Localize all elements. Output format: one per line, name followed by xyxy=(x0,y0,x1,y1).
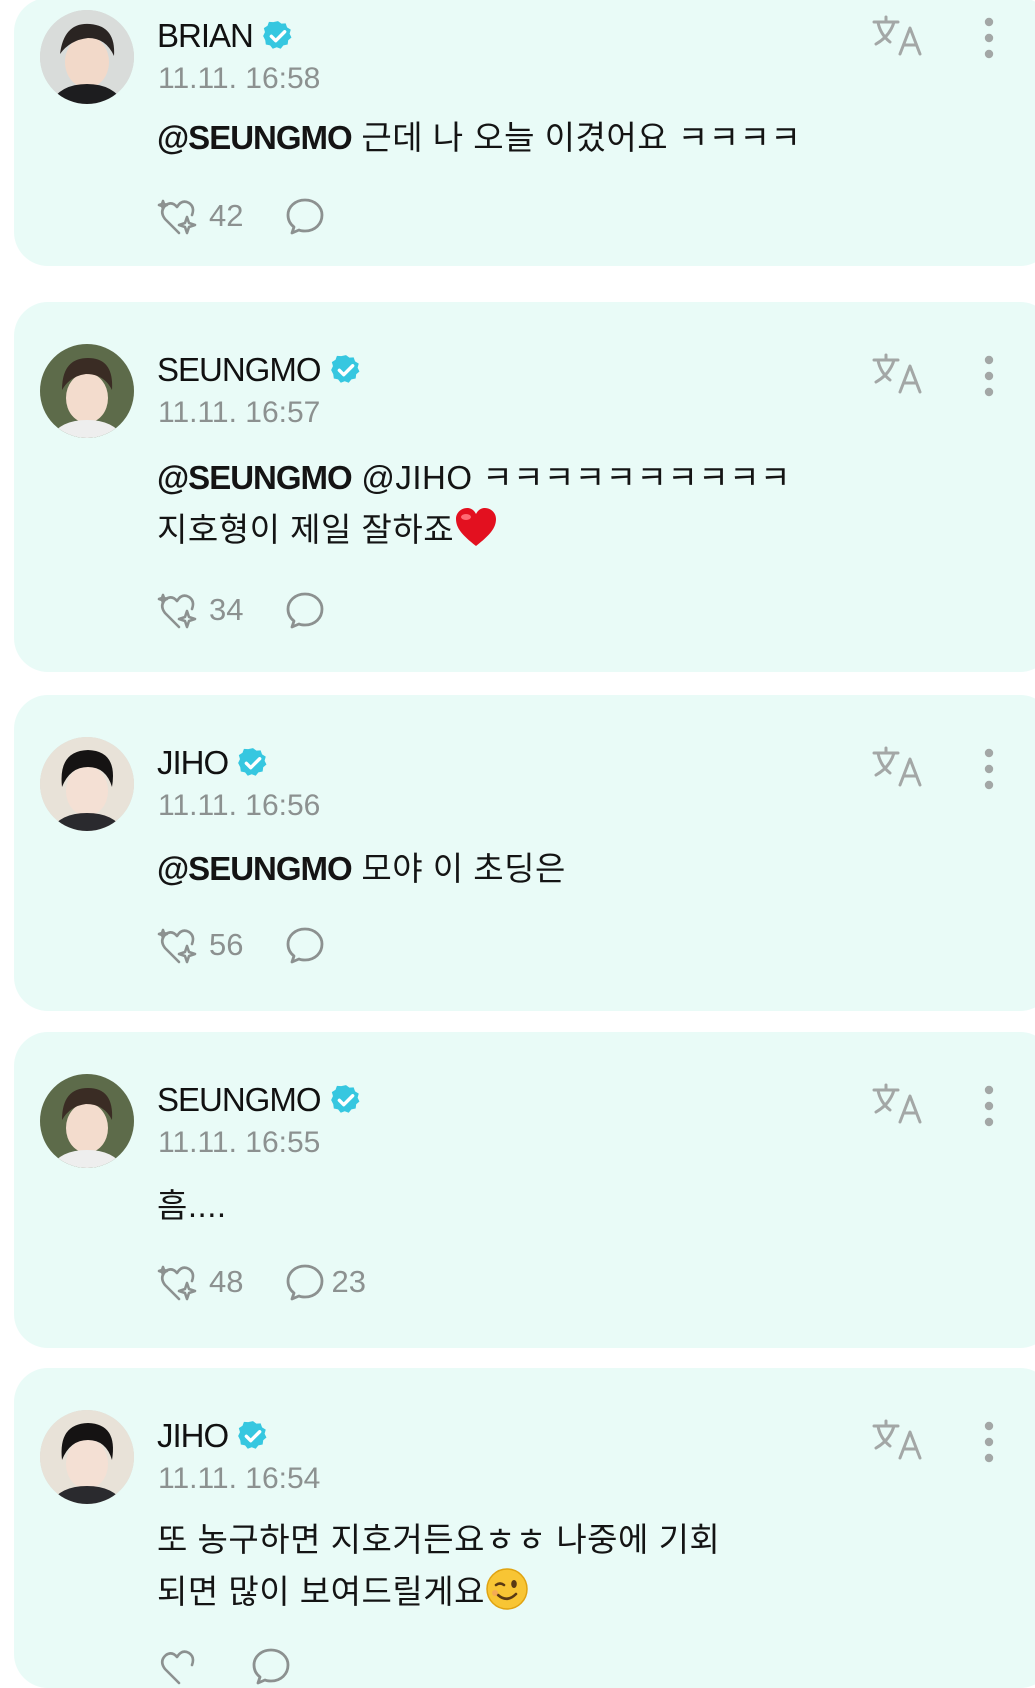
post-text-line: 흠.... xyxy=(157,1187,227,1224)
verified-badge-icon xyxy=(238,748,267,776)
post-card[interactable]: JIHO 11.11. 16:56 @SEUNGMO 모야 이 초딩은 56 xyxy=(14,695,1035,1011)
author-row: JIHO xyxy=(157,1416,270,1456)
avatar-image xyxy=(40,10,134,104)
post-actions: 42 xyxy=(157,194,373,238)
author-row: JIHO xyxy=(157,743,270,783)
author-name[interactable]: JIHO xyxy=(157,1417,229,1455)
post-actions: 48 23 xyxy=(157,1260,408,1304)
post-body: 흠.... xyxy=(157,1180,227,1232)
comment-bubble-icon xyxy=(287,198,324,235)
post-card[interactable]: BRIAN 11.11. 16:58 @SEUNGMO 근데 나 오늘 이겼어요… xyxy=(14,0,1035,266)
translate-icon[interactable] xyxy=(870,352,926,396)
sparkle-heart-icon xyxy=(160,1650,195,1685)
translate-icon[interactable] xyxy=(870,14,926,58)
verified-badge-icon xyxy=(330,355,359,383)
like-button[interactable]: 56 xyxy=(157,924,243,966)
comment-bubble-icon xyxy=(287,927,324,964)
post-text-row: @SEUNGMO @JIHO ㅋㅋㅋㅋㅋㅋㅋㅋㅋㅋ xyxy=(157,452,791,504)
post-body: @SEUNGMO 모야 이 초딩은 xyxy=(157,843,566,895)
post-text-line: 모야 이 초딩은 xyxy=(351,850,566,887)
post-timestamp: 11.11. 16:57 xyxy=(158,396,321,429)
comment-bubble-icon xyxy=(287,1264,324,1301)
avatar-image xyxy=(40,1074,134,1168)
winking-face-icon xyxy=(486,1568,528,1610)
translate-icon[interactable] xyxy=(870,1082,926,1126)
post-text-line: @JIHO ㅋㅋㅋㅋㅋㅋㅋㅋㅋㅋ xyxy=(351,459,791,496)
like-count: 56 xyxy=(209,927,244,962)
author-name[interactable]: SEUNGMO xyxy=(157,351,322,389)
post-text-row: 되면 많이 보여드릴게요 xyxy=(157,1566,720,1618)
like-button[interactable]: 48 xyxy=(157,1261,243,1303)
like-button[interactable] xyxy=(157,1645,209,1687)
comment-button[interactable] xyxy=(285,590,331,630)
sparkle-heart-icon xyxy=(157,199,197,235)
post-timestamp: 11.11. 16:54 xyxy=(158,1462,321,1495)
sparkle-heart-icon xyxy=(157,1265,197,1301)
sparkle-heart-icon xyxy=(157,928,197,964)
avatar-image xyxy=(40,1410,134,1504)
post-body: 또 농구하면 지호거든요ㅎㅎ 나중에 기회 되면 많이 보여드릴게요 xyxy=(157,1514,720,1618)
avatar-image xyxy=(40,344,134,438)
post-text-line: 지호형이 제일 잘하죠 xyxy=(157,511,455,548)
more-vertical-icon[interactable] xyxy=(983,1084,995,1128)
avatar[interactable] xyxy=(40,737,134,831)
like-count: 34 xyxy=(209,592,244,627)
comment-button[interactable]: 23 xyxy=(285,1262,366,1302)
author-row: BRIAN xyxy=(157,16,295,56)
avatar-image xyxy=(40,737,134,831)
post-card[interactable]: SEUNGMO 11.11. 16:57 @SEUNGMO @JIHO ㅋㅋㅋㅋ… xyxy=(14,302,1035,672)
red-heart-icon xyxy=(456,508,497,546)
author-row: SEUNGMO xyxy=(157,1080,363,1120)
like-count: 42 xyxy=(209,198,244,233)
author-name[interactable]: BRIAN xyxy=(157,17,254,55)
post-text-row: 또 농구하면 지호거든요ㅎㅎ 나중에 기회 xyxy=(157,1514,720,1566)
translate-icon[interactable] xyxy=(870,745,926,789)
post-text-line: 되면 많이 보여드릴게요 xyxy=(157,1573,485,1610)
more-vertical-icon[interactable] xyxy=(983,747,995,791)
like-button[interactable]: 34 xyxy=(157,589,243,631)
author-name[interactable]: SEUNGMO xyxy=(157,1081,322,1119)
comment-button[interactable] xyxy=(251,1646,297,1686)
post-text-line: 근데 나 오늘 이겼어요 ㅋㅋㅋㅋ xyxy=(351,119,802,156)
like-button[interactable]: 42 xyxy=(157,195,243,237)
post-timestamp: 11.11. 16:56 xyxy=(158,789,321,822)
more-vertical-icon[interactable] xyxy=(983,354,995,398)
comment-count: 23 xyxy=(331,1264,366,1299)
comment-button[interactable] xyxy=(285,196,331,236)
post-actions xyxy=(157,1644,339,1688)
like-count: 48 xyxy=(209,1264,244,1299)
verified-badge-icon xyxy=(262,21,292,49)
more-vertical-icon[interactable] xyxy=(983,16,995,60)
post-card[interactable]: SEUNGMO 11.11. 16:55 흠.... 48 23 xyxy=(14,1032,1035,1348)
more-vertical-icon[interactable] xyxy=(983,1420,995,1464)
author-row: SEUNGMO xyxy=(157,350,363,390)
post-body: @SEUNGMO 근데 나 오늘 이겼어요 ㅋㅋㅋㅋ xyxy=(157,112,801,164)
verified-badge-icon xyxy=(330,1085,359,1113)
avatar[interactable] xyxy=(40,1410,134,1504)
avatar[interactable] xyxy=(40,10,134,104)
post-card[interactable]: JIHO 11.11. 16:54 또 농구하면 지호거든요ㅎㅎ 나중에 기회 … xyxy=(14,1368,1035,1688)
comment-bubble-icon xyxy=(252,1648,290,1685)
post-actions: 56 xyxy=(157,923,373,967)
post-actions: 34 xyxy=(157,588,373,632)
post-timestamp: 11.11. 16:58 xyxy=(158,62,321,95)
mention-link[interactable]: @SEUNGMO xyxy=(157,459,353,496)
comment-feed: BRIAN 11.11. 16:58 @SEUNGMO 근데 나 오늘 이겼어요… xyxy=(0,0,1035,1688)
mention-link[interactable]: @SEUNGMO xyxy=(157,119,353,156)
post-text-line: 또 농구하면 지호거든요ㅎㅎ 나중에 기회 xyxy=(157,1521,721,1558)
author-name[interactable]: JIHO xyxy=(157,744,229,782)
avatar[interactable] xyxy=(40,1074,134,1168)
verified-badge-icon xyxy=(238,1421,267,1449)
comment-button[interactable] xyxy=(285,925,331,965)
mention-link[interactable]: @SEUNGMO xyxy=(157,850,353,887)
translate-icon[interactable] xyxy=(870,1418,926,1462)
post-timestamp: 11.11. 16:55 xyxy=(158,1126,321,1159)
post-body: @SEUNGMO @JIHO ㅋㅋㅋㅋㅋㅋㅋㅋㅋㅋ 지호형이 제일 잘하죠 xyxy=(157,452,791,556)
comment-bubble-icon xyxy=(287,592,324,629)
avatar[interactable] xyxy=(40,344,134,438)
sparkle-heart-icon xyxy=(157,593,197,629)
post-text-row: 지호형이 제일 잘하죠 xyxy=(157,504,791,556)
